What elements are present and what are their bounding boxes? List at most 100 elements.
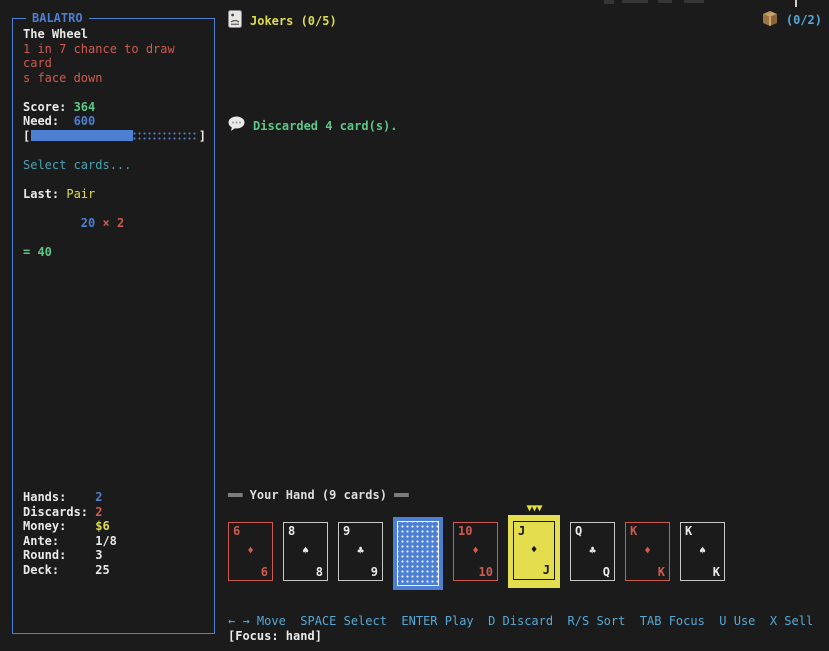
- joker-card-icon: [228, 10, 242, 32]
- stat-deck-value: 25: [95, 563, 109, 578]
- card-rank-top: 6: [233, 524, 240, 539]
- card-face: K ♦ K: [625, 522, 670, 581]
- blind-description-line1: 1 in 7 chance to draw card: [23, 42, 206, 71]
- blind-name: The Wheel: [23, 27, 206, 42]
- mult-value: 2: [117, 216, 124, 230]
- card-rank-top: 8: [288, 524, 295, 539]
- stat-money-value: $6: [95, 519, 109, 534]
- card-rank-top: K: [685, 524, 692, 539]
- card-rank-bottom: K: [658, 565, 665, 580]
- card-face: 9 ♣ 9: [338, 522, 383, 581]
- hand-cursor-icon: ▼▼▼: [526, 502, 541, 517]
- last-hand-value: Pair: [66, 187, 95, 201]
- spade-suit-icon: ♠: [302, 543, 309, 558]
- card-rank-bottom: J: [543, 563, 550, 578]
- blind-description-line2: s face down: [23, 71, 206, 86]
- stat-ante-value: 1/8: [95, 534, 117, 549]
- card-jack-of-diamonds-selected[interactable]: ▼▼▼ J ♦ J: [508, 515, 560, 588]
- card-9-of-clubs[interactable]: 9 ♣ 9: [338, 522, 383, 581]
- jokers-label: Jokers (0/5): [250, 14, 337, 29]
- focus-indicator: [Focus: hand]: [228, 629, 322, 644]
- card-8-of-spades[interactable]: 8 ♠ 8: [283, 522, 328, 581]
- need-row: Need: 600: [23, 114, 206, 129]
- card-rank-top: 9: [343, 524, 350, 539]
- game-info-panel: BALATRO The Wheel 1 in 7 chance to draw …: [12, 18, 215, 634]
- card-back-pattern: [397, 521, 439, 586]
- need-label: Need:: [23, 114, 74, 129]
- stat-money-label: Money:: [23, 519, 95, 534]
- run-stats: Hands: 2 Discards: 2 Money: $6 Ante: 1/8…: [23, 490, 117, 577]
- hand-cards-row: 6 ♦ 6 8 ♠ 8 9 ♣ 9 10 ♦: [228, 515, 725, 590]
- card-rank-top: Q: [575, 524, 582, 539]
- score-row: Score: 364: [23, 100, 206, 115]
- hand-header: ══ Your Hand (9 cards) ══: [228, 488, 409, 503]
- card-10-of-diamonds[interactable]: 10 ♦ 10: [453, 522, 498, 581]
- diamond-suit-icon: ♦: [247, 543, 254, 558]
- mult-operator: ×: [95, 216, 117, 230]
- chips-value: 20: [81, 216, 95, 230]
- card-face: K ♠ K: [680, 522, 725, 581]
- score-value: 364: [74, 100, 96, 115]
- diamond-suit-icon: ♦: [531, 542, 538, 557]
- stat-round-value: 3: [95, 548, 102, 563]
- progress-fill: [31, 130, 133, 141]
- score-progress-bar: [ ]: [23, 129, 206, 144]
- package-icon: [761, 10, 779, 31]
- club-suit-icon: ♣: [357, 543, 364, 558]
- card-face: 6 ♦ 6: [228, 522, 273, 581]
- last-hand-label: Last:: [23, 187, 59, 201]
- keybind-help-line: ← → Move SPACE Select ENTER Play D Disca…: [228, 614, 813, 629]
- card-king-of-spades[interactable]: K ♠ K: [680, 522, 725, 581]
- spade-suit-icon: ♠: [699, 543, 706, 558]
- card-king-of-diamonds[interactable]: K ♦ K: [625, 522, 670, 581]
- card-face-down[interactable]: [393, 517, 443, 590]
- stat-discards: Discards: 2: [23, 505, 117, 520]
- card-face: 8 ♠ 8: [283, 522, 328, 581]
- log-message-text: Discarded 4 card(s).: [253, 119, 398, 134]
- stat-round: Round: 3: [23, 548, 117, 563]
- log-message-row: Discarded 4 card(s).: [228, 116, 398, 136]
- diamond-suit-icon: ♦: [644, 543, 651, 558]
- card-rank-top: J: [518, 524, 525, 539]
- stat-ante: Ante: 1/8: [23, 534, 117, 549]
- progress-close-bracket: ]: [199, 129, 206, 144]
- card-face: 10 ♦ 10: [453, 522, 498, 581]
- last-hand-row: Last: Pair: [23, 187, 206, 202]
- card-rank-bottom: 10: [479, 565, 493, 580]
- last-hand-calc: 20 × 2: [23, 201, 206, 245]
- card-rank-bottom: K: [713, 565, 720, 580]
- stat-discards-label: Discards:: [23, 505, 95, 520]
- balatro-terminal-screen: BALATRO The Wheel 1 in 7 chance to draw …: [0, 0, 829, 651]
- stat-hands-value: 2: [95, 490, 102, 505]
- card-rank-bottom: 6: [261, 565, 268, 580]
- need-value: 600: [74, 114, 96, 129]
- stat-deck-label: Deck:: [23, 563, 95, 578]
- stat-money: Money: $6: [23, 519, 117, 534]
- jokers-section[interactable]: Jokers (0/5): [228, 10, 337, 32]
- card-rank-bottom: Q: [603, 565, 610, 580]
- stat-hands-label: Hands:: [23, 490, 95, 505]
- card-rank-bottom: 9: [371, 565, 378, 580]
- consumables-count: (0/2): [786, 13, 822, 28]
- card-face: J ♦ J: [513, 521, 555, 580]
- stat-deck: Deck: 25: [23, 563, 117, 578]
- stat-ante-label: Ante:: [23, 534, 95, 549]
- prompt-text: Select cards...: [23, 158, 206, 173]
- cursor-artifact: [795, 0, 797, 7]
- speech-balloon-icon: [228, 116, 245, 136]
- card-6-of-diamonds[interactable]: 6 ♦ 6: [228, 522, 273, 581]
- score-label: Score:: [23, 100, 74, 115]
- diamond-suit-icon: ♦: [472, 543, 479, 558]
- card-rank-top: K: [630, 524, 637, 539]
- progress-track: [31, 130, 198, 141]
- stat-round-label: Round:: [23, 548, 95, 563]
- club-suit-icon: ♣: [589, 543, 596, 558]
- card-rank-bottom: 8: [316, 565, 323, 580]
- card-queen-of-clubs[interactable]: Q ♣ Q: [570, 522, 615, 581]
- panel-title: BALATRO: [26, 11, 89, 26]
- stat-discards-value: 2: [95, 505, 102, 520]
- card-rank-top: 10: [458, 524, 472, 539]
- stat-hands: Hands: 2: [23, 490, 117, 505]
- consumables-section[interactable]: (0/2): [761, 10, 822, 31]
- progress-open-bracket: [: [23, 129, 30, 144]
